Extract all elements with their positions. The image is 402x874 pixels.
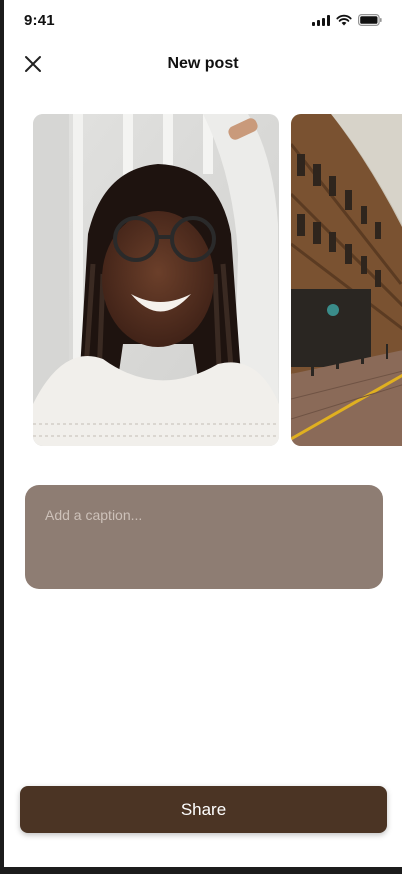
status-bar: 9:41 [4, 0, 402, 44]
caption-box[interactable] [25, 485, 383, 589]
share-button[interactable]: Share [20, 786, 387, 833]
status-time: 9:41 [24, 12, 55, 29]
street-building-photo[interactable] [291, 114, 402, 446]
page-title: New post [167, 55, 239, 72]
header: New post [4, 44, 402, 84]
status-icons [312, 14, 382, 26]
device-frame-bottom [0, 867, 402, 874]
device-frame-left [0, 0, 4, 874]
battery-icon [358, 14, 382, 26]
caption-input[interactable] [45, 507, 363, 523]
signal-icon [312, 14, 330, 26]
photo-carousel[interactable] [33, 114, 402, 446]
wifi-icon [336, 14, 352, 26]
portrait-photo[interactable] [33, 114, 279, 446]
